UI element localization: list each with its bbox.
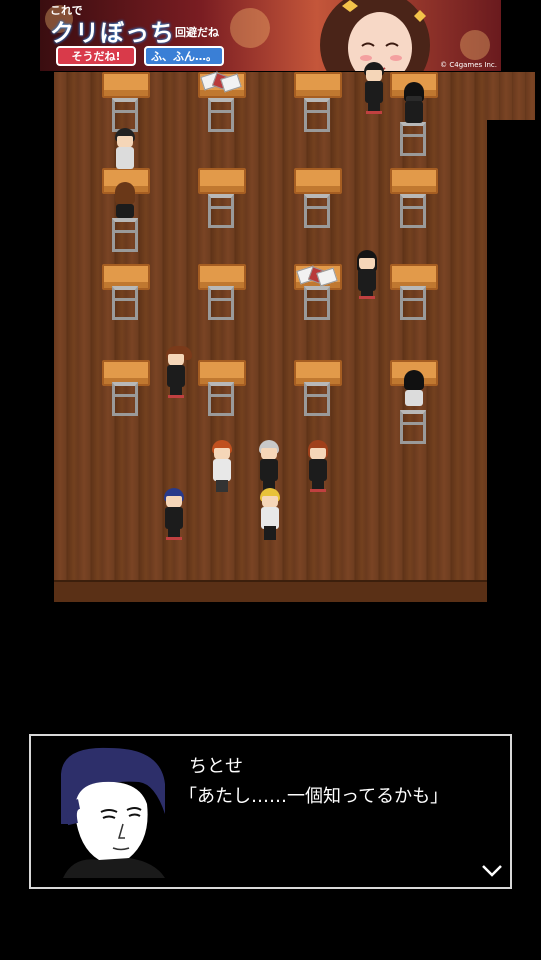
ad-subtitle: 回避だね: [175, 26, 219, 39]
desk: [390, 168, 438, 194]
classroom-floor-corridor: [487, 72, 535, 120]
desk: [294, 72, 342, 98]
scattered-papers: [296, 265, 338, 287]
chevron-down-icon[interactable]: [481, 864, 503, 878]
npc-student-long-black-hair[interactable]: [355, 250, 379, 302]
ad-yes-button[interactable]: そうだね!: [56, 46, 136, 66]
chair: [304, 286, 330, 320]
chair: [112, 382, 138, 416]
desk: [294, 168, 342, 194]
bokeh-light: [230, 8, 270, 48]
dialogue-text: 「あたし……一個知ってるかも」: [179, 786, 449, 807]
ad-hmm-button[interactable]: ふ、ふん…。: [144, 46, 224, 66]
chair: [208, 194, 234, 228]
dialogue-box[interactable]: ちとせ 「あたし……一個知ってるかも」: [29, 734, 512, 889]
classroom-wall-bottom: [54, 580, 487, 602]
npc-student-orange-hair[interactable]: [210, 440, 234, 492]
npc-student-auburn-hair[interactable]: [306, 440, 330, 492]
npc-student-seated-black-hair[interactable]: [402, 82, 426, 134]
npc-student-seated-black-hair-2[interactable]: [402, 370, 426, 422]
npc-student-glasses[interactable]: [113, 128, 137, 180]
chair: [400, 286, 426, 320]
chair: [208, 382, 234, 416]
bokeh-light: [460, 30, 490, 60]
chair: [304, 194, 330, 228]
npc-student-ponytail[interactable]: [164, 346, 192, 398]
scattered-papers: [200, 71, 242, 93]
chair: [208, 286, 234, 320]
chair: [304, 382, 330, 416]
ad-character-illustration: [320, 0, 430, 71]
speaker-name: ちとせ: [189, 756, 243, 777]
desk: [198, 168, 246, 194]
chair: [304, 98, 330, 132]
npc-student-brown-hair-seated[interactable]: [113, 182, 137, 234]
chair: [112, 98, 138, 132]
ad-banner[interactable]: これで クリぼっち 回避だね そうだね! ふ、ふん…。 © C4games In…: [40, 0, 501, 71]
ad-title: クリぼっち: [50, 19, 175, 47]
player-character-blond[interactable]: [258, 488, 282, 540]
chair: [400, 194, 426, 228]
npc-student-silver-hair[interactable]: [257, 440, 281, 492]
ad-copyright: © C4games Inc.: [440, 61, 497, 69]
chair: [208, 98, 234, 132]
desk: [102, 72, 150, 98]
npc-student-navy-hair[interactable]: [162, 488, 186, 540]
npc-student-black-hair[interactable]: [362, 62, 386, 114]
speaker-portrait: [43, 744, 173, 878]
chair: [112, 286, 138, 320]
